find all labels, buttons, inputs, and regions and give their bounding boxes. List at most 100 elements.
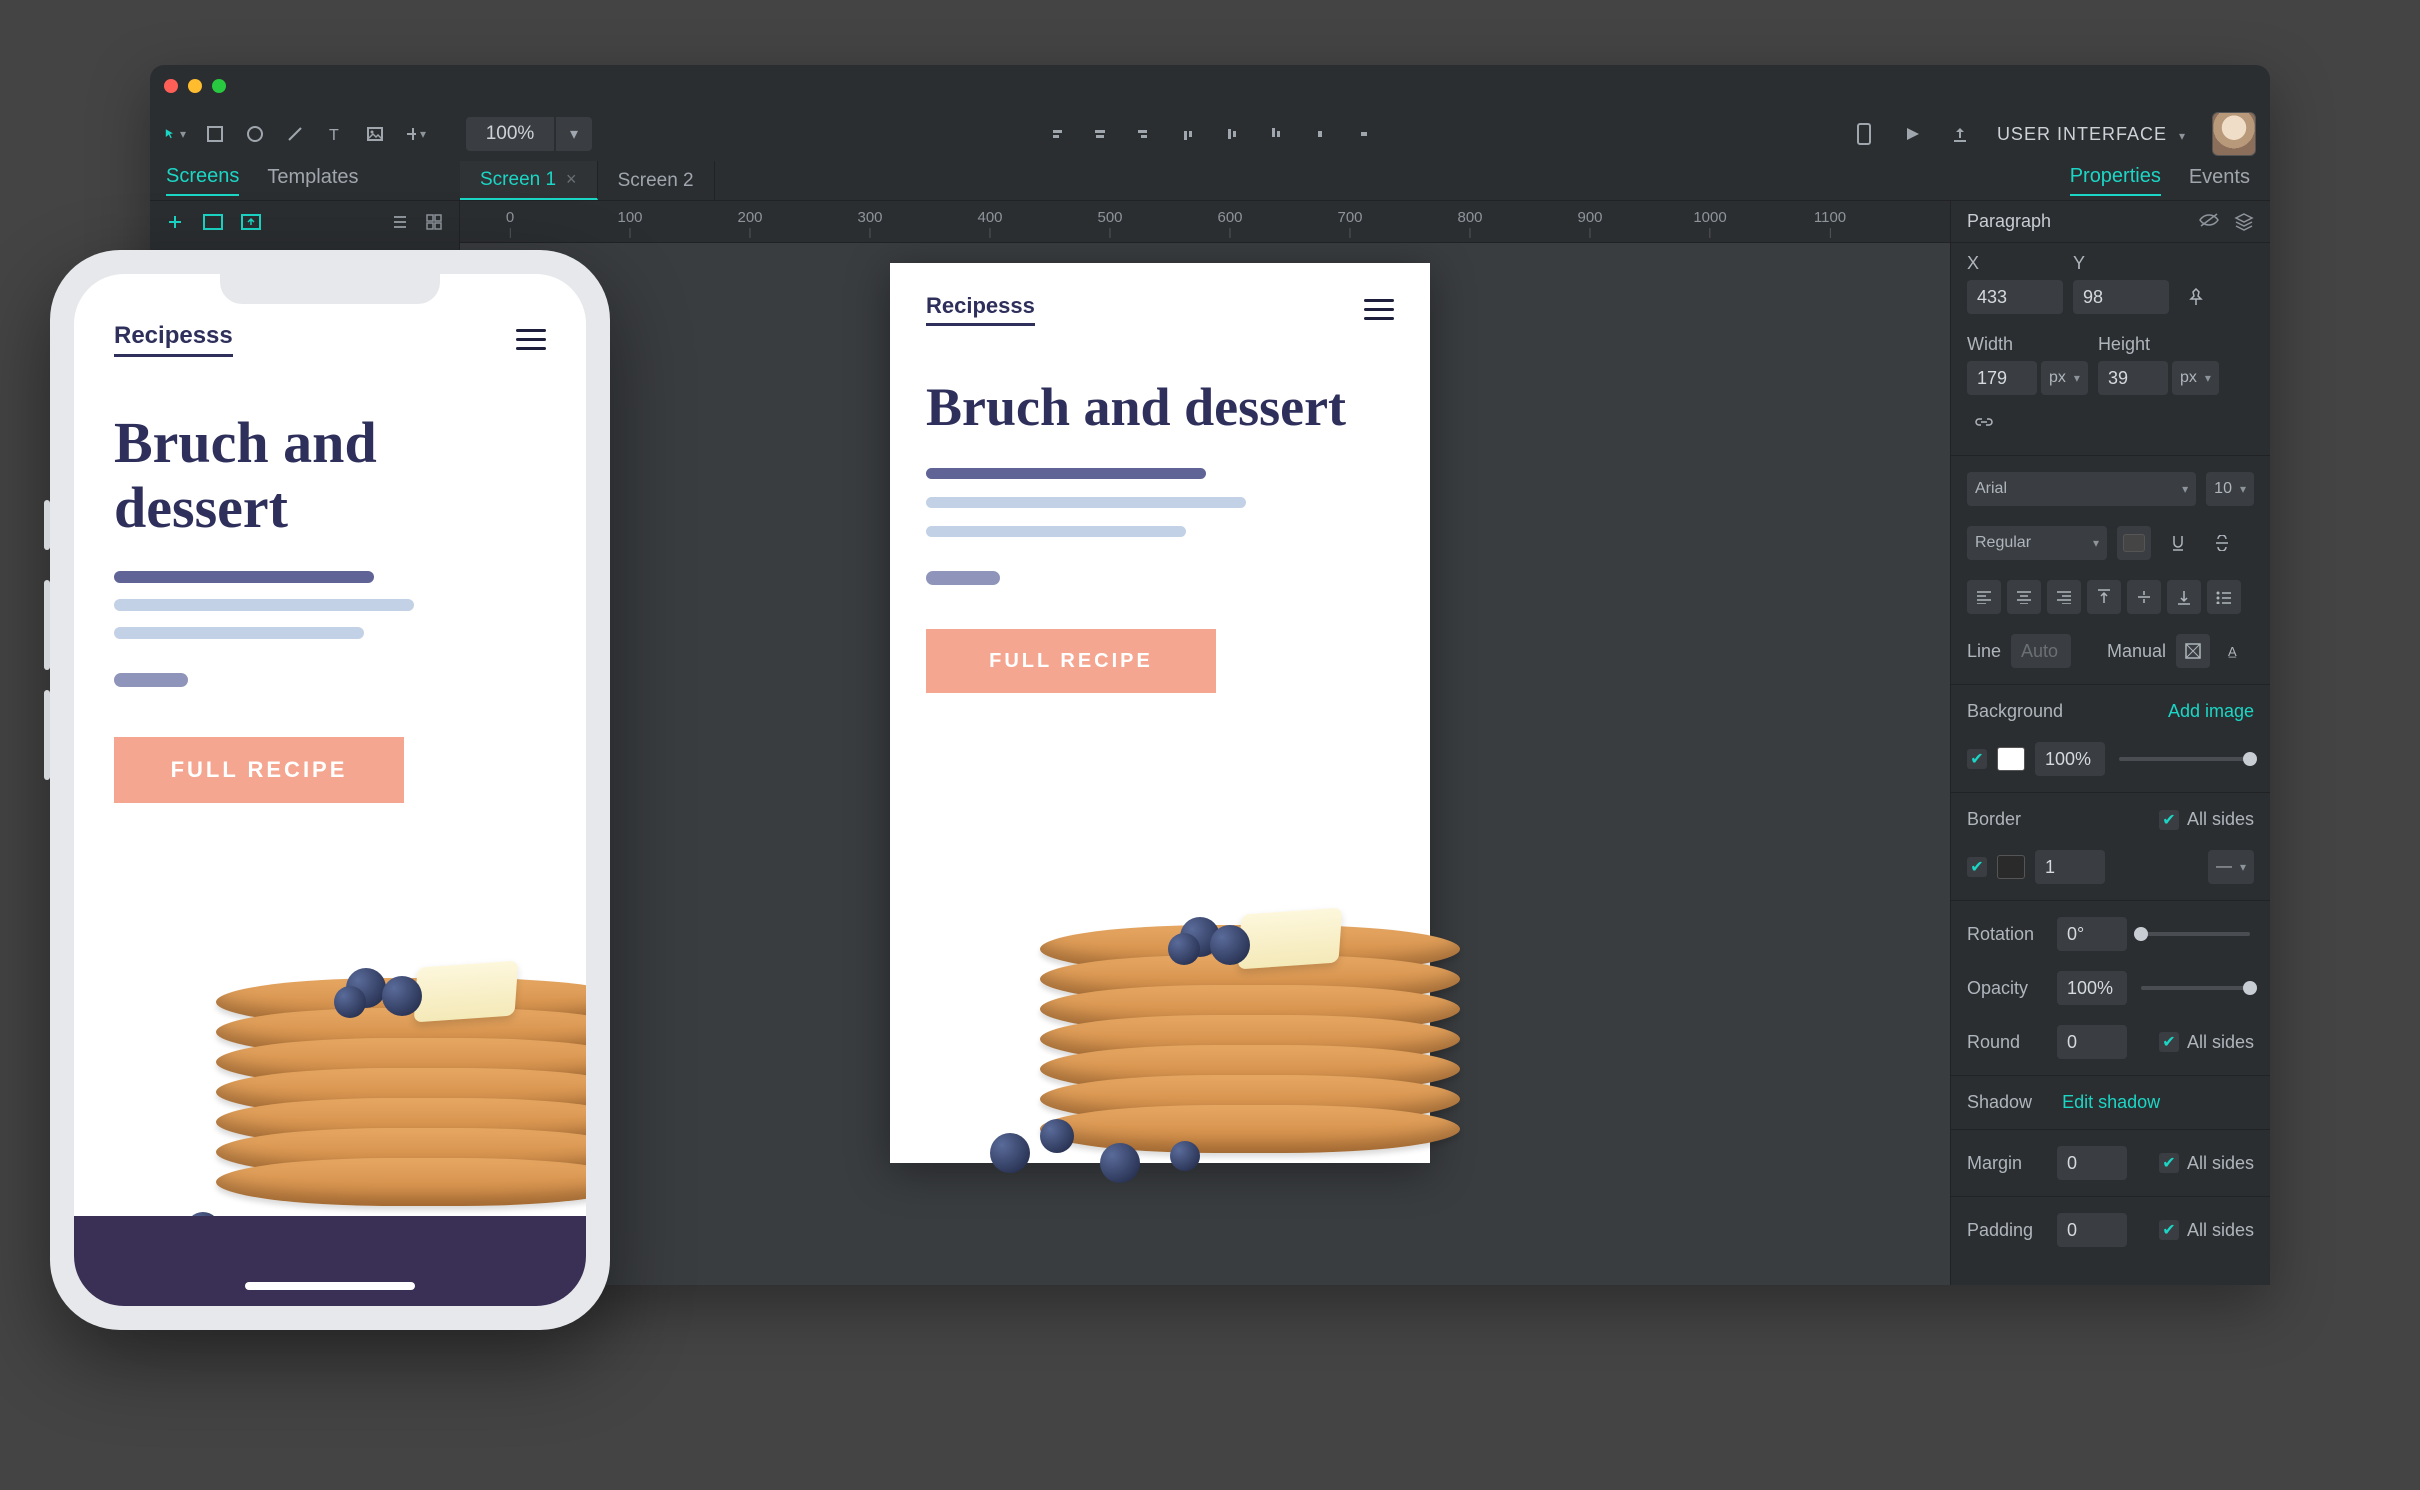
- line-tool-icon[interactable]: [284, 123, 306, 145]
- line-label: Line: [1967, 641, 2001, 662]
- strikethrough-icon[interactable]: [2205, 526, 2239, 560]
- underline-icon[interactable]: [2161, 526, 2195, 560]
- border-enable-checkbox[interactable]: ✔: [1967, 857, 1987, 877]
- text-tool-icon[interactable]: T: [324, 123, 346, 145]
- line-box-icon[interactable]: [2176, 634, 2210, 668]
- ellipse-tool-icon[interactable]: [244, 123, 266, 145]
- layers-icon[interactable]: [2234, 212, 2254, 232]
- hamburger-menu-icon[interactable]: [516, 329, 546, 350]
- select-tool-icon[interactable]: [164, 123, 186, 145]
- horizontal-ruler: 010020030040050060070080090010001100: [460, 201, 1950, 243]
- font-size-dropdown[interactable]: 10: [2206, 472, 2254, 506]
- text-align-left-icon[interactable]: [1967, 580, 2001, 614]
- doc-tab-screen1[interactable]: Screen 1 ×: [460, 161, 598, 200]
- bg-opacity-slider[interactable]: [2119, 757, 2250, 761]
- canvas-area[interactable]: Recipesss Bruch and dessert FULL RECIPE: [460, 243, 1950, 1285]
- padding-input[interactable]: [2057, 1213, 2127, 1247]
- svg-text:T: T: [329, 127, 339, 143]
- text-align-center-icon[interactable]: [2007, 580, 2041, 614]
- placeholder-bar: [926, 497, 1246, 508]
- opacity-slider[interactable]: [2141, 986, 2250, 990]
- artboard-screen1[interactable]: Recipesss Bruch and dessert FULL RECIPE: [890, 263, 1430, 1163]
- rotation-slider[interactable]: [2141, 932, 2250, 936]
- text-align-right-icon[interactable]: [2047, 580, 2081, 614]
- link-dimensions-icon[interactable]: [1967, 405, 2001, 439]
- opacity-input[interactable]: [2057, 971, 2127, 1005]
- minimize-window-dot[interactable]: [188, 79, 202, 93]
- edit-shadow-link[interactable]: Edit shadow: [2062, 1092, 2160, 1113]
- doc-tab-screen2[interactable]: Screen 2: [598, 161, 715, 200]
- round-input[interactable]: [2057, 1025, 2127, 1059]
- device-preview-icon[interactable]: [1853, 123, 1875, 145]
- properties-panel: Paragraph X Y Width px Height px Arial 1…: [1950, 201, 2270, 1285]
- bg-color-swatch[interactable]: [1997, 747, 2025, 771]
- shape-tool-group: T: [164, 123, 426, 145]
- mockup-cta-button[interactable]: FULL RECIPE: [926, 629, 1216, 693]
- tab-events[interactable]: Events: [2189, 166, 2250, 195]
- border-allsides-checkbox[interactable]: ✔: [2159, 810, 2179, 830]
- height-input[interactable]: [2098, 361, 2168, 395]
- text-case-icon[interactable]: A̲: [2220, 634, 2254, 668]
- padding-allsides-checkbox[interactable]: ✔: [2159, 1220, 2179, 1240]
- tab-screens[interactable]: Screens: [166, 165, 239, 196]
- rectangle-tool-icon[interactable]: [204, 123, 226, 145]
- phone-device-mockup: Recipesss Bruch and dessert FULL RECIPE: [50, 250, 610, 1330]
- round-allsides-checkbox[interactable]: ✔: [2159, 1032, 2179, 1052]
- mockup-cta-button[interactable]: FULL RECIPE: [114, 737, 404, 803]
- list-icon[interactable]: [2207, 580, 2241, 614]
- height-unit-dropdown[interactable]: px: [2172, 361, 2219, 395]
- width-unit-dropdown[interactable]: px: [2041, 361, 2088, 395]
- align-right-icon[interactable]: [1133, 123, 1155, 145]
- image-tool-icon[interactable]: [364, 123, 386, 145]
- maximize-window-dot[interactable]: [212, 79, 226, 93]
- font-family-dropdown[interactable]: Arial: [1967, 472, 2196, 506]
- valign-middle-icon[interactable]: [2127, 580, 2161, 614]
- valign-bottom-icon[interactable]: [2167, 580, 2201, 614]
- list-view-icon[interactable]: [389, 211, 411, 233]
- new-frame-icon[interactable]: [202, 211, 224, 233]
- align-left-icon[interactable]: [1045, 123, 1067, 145]
- close-tab-icon[interactable]: ×: [566, 169, 577, 190]
- add-screen-icon[interactable]: [164, 211, 186, 233]
- align-bottom-icon[interactable]: [1265, 123, 1287, 145]
- tab-properties[interactable]: Properties: [2070, 165, 2161, 196]
- font-weight-dropdown[interactable]: Regular: [1967, 526, 2107, 560]
- align-top-icon[interactable]: [1177, 123, 1199, 145]
- border-width-input[interactable]: [2035, 850, 2105, 884]
- visibility-toggle-icon[interactable]: [2198, 212, 2220, 232]
- grid-view-icon[interactable]: [423, 211, 445, 233]
- close-window-dot[interactable]: [164, 79, 178, 93]
- add-tool-icon[interactable]: [404, 123, 426, 145]
- upload-icon[interactable]: [1949, 123, 1971, 145]
- bg-enable-checkbox[interactable]: ✔: [1967, 749, 1987, 769]
- valign-top-icon[interactable]: [2087, 580, 2121, 614]
- user-avatar[interactable]: [2212, 112, 2256, 156]
- y-input[interactable]: [2073, 280, 2169, 314]
- pancakes-image: [146, 796, 586, 1236]
- hamburger-menu-icon[interactable]: [1364, 299, 1394, 320]
- border-style-dropdown[interactable]: —: [2208, 850, 2254, 884]
- x-input[interactable]: [1967, 280, 2063, 314]
- tab-templates[interactable]: Templates: [267, 166, 358, 195]
- align-center-v-icon[interactable]: [1221, 123, 1243, 145]
- add-image-link[interactable]: Add image: [2168, 701, 2254, 722]
- rotation-input[interactable]: [2057, 917, 2127, 951]
- distribute-h-icon[interactable]: [1309, 123, 1331, 145]
- import-icon[interactable]: [240, 211, 262, 233]
- width-input[interactable]: [1967, 361, 2037, 395]
- margin-allsides-checkbox[interactable]: ✔: [2159, 1153, 2179, 1173]
- top-right-controls: USER INTERFACE: [1853, 112, 2256, 156]
- play-icon[interactable]: [1901, 123, 1923, 145]
- zoom-dropdown-icon[interactable]: ▾: [556, 117, 592, 151]
- workspace-mode-dropdown[interactable]: USER INTERFACE: [1997, 124, 2186, 145]
- zoom-value[interactable]: 100%: [466, 117, 554, 151]
- mockup-headline: Bruch and dessert: [114, 411, 546, 541]
- bg-opacity-input[interactable]: [2035, 742, 2105, 776]
- border-color-swatch[interactable]: [1997, 855, 2025, 879]
- font-color-swatch[interactable]: [2117, 526, 2151, 560]
- distribute-v-icon[interactable]: [1353, 123, 1375, 145]
- pin-icon[interactable]: [2179, 280, 2213, 314]
- margin-input[interactable]: [2057, 1146, 2127, 1180]
- align-center-h-icon[interactable]: [1089, 123, 1111, 145]
- opacity-label: Opacity: [1967, 978, 2047, 999]
